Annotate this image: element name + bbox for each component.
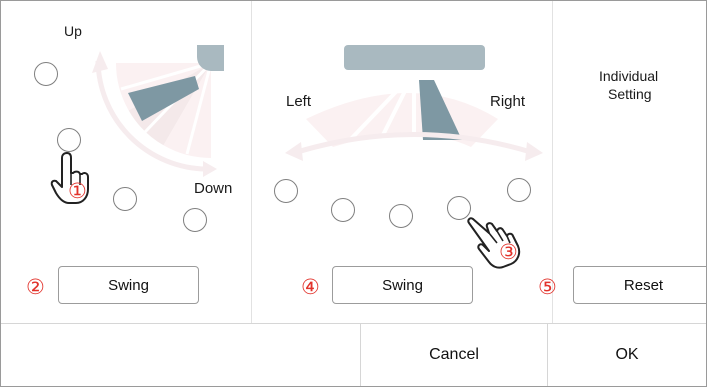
marker-5: ⑤ bbox=[538, 276, 557, 299]
airflow-direction-dialog: Up Down ① ② Swing Left Right ③ ④ Swing I… bbox=[0, 0, 707, 387]
individual-setting-title-line1: Individual bbox=[599, 68, 659, 84]
ok-button[interactable]: OK bbox=[548, 324, 706, 386]
horizontal-unit-icon bbox=[344, 45, 485, 70]
horizontal-position-5[interactable] bbox=[507, 178, 531, 202]
right-label: Right bbox=[490, 93, 526, 110]
individual-setting-title-line2: Setting bbox=[608, 86, 652, 102]
horizontal-position-3[interactable] bbox=[389, 204, 413, 228]
horizontal-position-1[interactable] bbox=[274, 179, 298, 203]
reset-button[interactable]: Reset bbox=[573, 266, 706, 304]
horizontal-position-2[interactable] bbox=[331, 198, 355, 222]
panel-divider-2 bbox=[552, 1, 553, 323]
cancel-button[interactable]: Cancel bbox=[361, 324, 547, 386]
horizontal-swing-button[interactable]: Swing bbox=[332, 266, 473, 304]
marker-4: ④ bbox=[301, 276, 320, 299]
left-label: Left bbox=[286, 93, 312, 110]
marker-3: ③ bbox=[499, 241, 518, 264]
